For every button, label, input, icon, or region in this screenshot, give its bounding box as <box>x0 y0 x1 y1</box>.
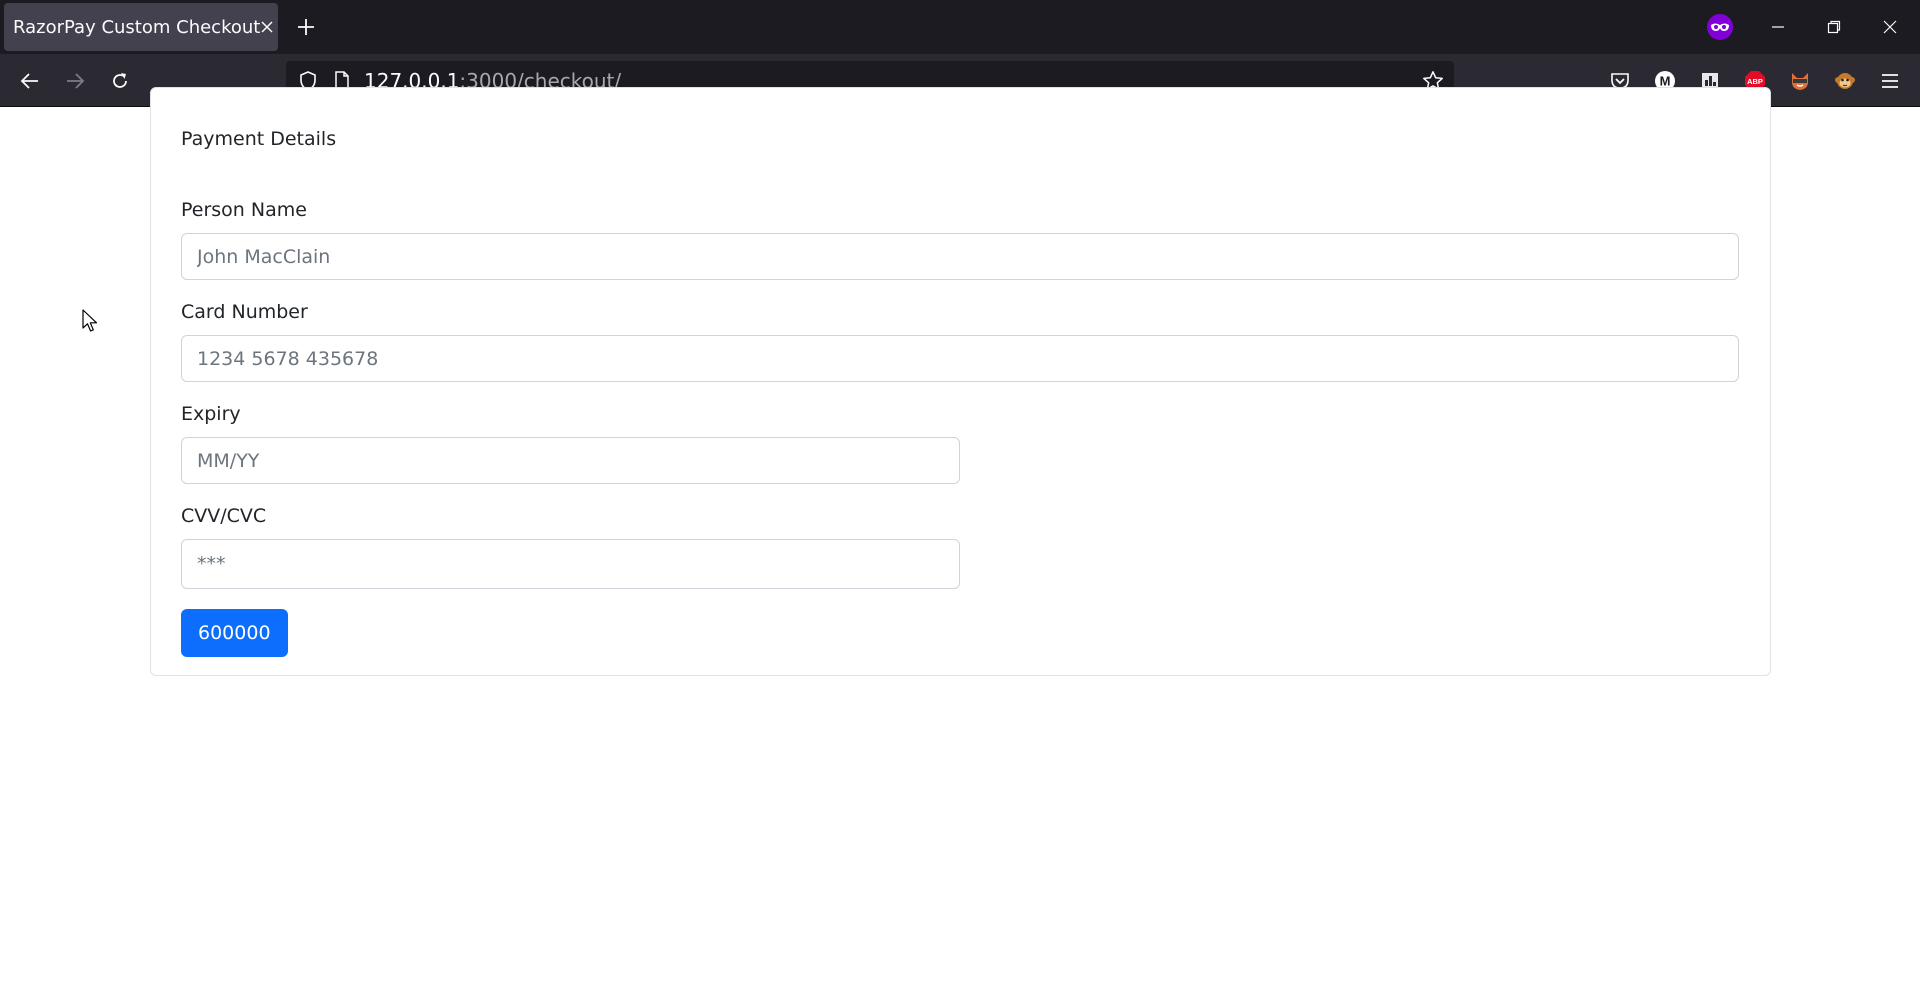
browser-tab[interactable]: RazorPay Custom Checkout <box>4 3 278 51</box>
cvv-label: CVV/CVC <box>181 505 267 527</box>
forward-arrow-icon[interactable] <box>57 64 93 98</box>
reload-icon[interactable] <box>102 64 138 98</box>
expiry-label: Expiry <box>181 403 241 425</box>
close-icon[interactable] <box>260 13 274 41</box>
private-mask-icon <box>1704 11 1736 43</box>
person-name-label: Person Name <box>181 199 307 221</box>
fox-extension-icon[interactable] <box>1785 66 1815 96</box>
back-arrow-icon[interactable] <box>12 64 48 98</box>
expiry-input[interactable] <box>181 437 960 484</box>
abp-label: ABP <box>1747 77 1763 86</box>
plus-icon[interactable] <box>290 11 322 43</box>
window-close-icon[interactable] <box>1862 0 1918 54</box>
mouse-cursor-icon <box>82 309 98 332</box>
minimize-icon[interactable] <box>1750 0 1806 54</box>
cvv-input[interactable] <box>181 539 960 589</box>
browser-tab-bar: RazorPay Custom Checkout <box>0 0 1920 54</box>
pay-button[interactable]: 600000 <box>181 609 288 657</box>
tab-title: RazorPay Custom Checkout <box>13 16 261 38</box>
card-title: Payment Details <box>181 128 337 150</box>
card-number-input[interactable] <box>181 335 1739 382</box>
page-viewport: Payment Details Person Name Card Number … <box>0 87 1920 1004</box>
person-name-input[interactable] <box>181 233 1739 280</box>
restore-icon[interactable] <box>1806 0 1862 54</box>
monkey-extension-icon[interactable] <box>1830 66 1860 96</box>
payment-card: Payment Details Person Name Card Number … <box>150 87 1771 676</box>
hamburger-menu-icon[interactable] <box>1875 66 1905 96</box>
card-number-label: Card Number <box>181 301 308 323</box>
